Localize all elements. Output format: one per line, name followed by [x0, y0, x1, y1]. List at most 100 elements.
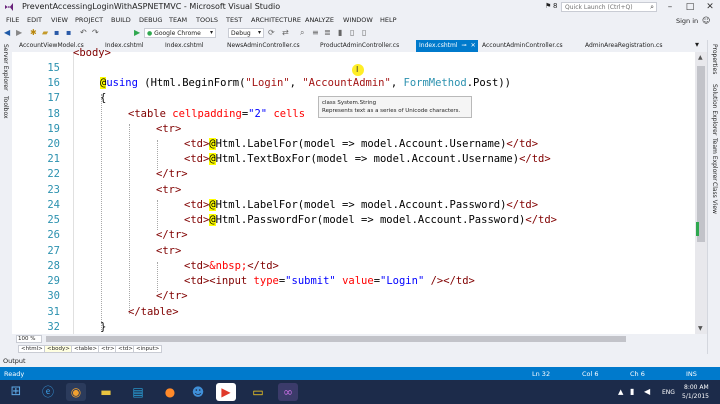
line-number: 30 [47, 290, 60, 302]
volume-icon[interactable]: ◀ [644, 387, 650, 396]
save-all-icon[interactable]: ▪ [66, 28, 71, 37]
breadcrumb-table[interactable]: <table> [71, 345, 101, 353]
menu-project[interactable]: PROJECT [75, 16, 103, 24]
team-explorer-tab[interactable]: Team Explorer [711, 138, 718, 181]
people-icon[interactable]: ☻ [188, 383, 208, 401]
scroll-up-icon[interactable]: ▲ [698, 54, 703, 61]
menu-window[interactable]: WINDOW [343, 16, 373, 24]
output-tab[interactable]: Output [3, 357, 26, 365]
open-folder-icon[interactable]: ▰ [42, 28, 48, 37]
redo-icon[interactable]: ↷ [92, 28, 99, 37]
show-hidden-icons-icon[interactable]: ▲ [618, 388, 623, 396]
save-icon[interactable]: ▪ [54, 28, 59, 37]
code-line: <tr> [156, 123, 182, 135]
internet-explorer-icon[interactable]: ⓔ [38, 383, 58, 401]
toolbox-tab[interactable]: Toolbox [2, 96, 9, 119]
menu-architecture[interactable]: ARCHITECTURE [251, 16, 301, 24]
breadcrumb-input[interactable]: <input> [133, 345, 163, 353]
solution-explorer-tab[interactable]: Solution Explorer [711, 84, 718, 135]
start-debugging-icon[interactable]: ▶ [134, 28, 140, 37]
clock-time[interactable]: 8:00 AM [684, 384, 709, 391]
breadcrumb-body[interactable]: <body> [44, 345, 73, 353]
horizontal-scroll-thumb[interactable] [46, 336, 626, 342]
browser-link-icon[interactable]: ⇄ [282, 28, 289, 37]
indent-guide [129, 124, 130, 314]
line-number: 25 [47, 214, 60, 226]
menu-file[interactable]: FILE [6, 16, 19, 24]
file-explorer-icon[interactable]: ▬ [96, 383, 116, 401]
vertical-scroll-thumb[interactable] [697, 66, 705, 242]
firefox-icon[interactable]: ● [160, 383, 180, 401]
pin-icon[interactable]: ⊸ [462, 42, 467, 49]
windows-start-icon[interactable]: ⊞ [6, 383, 26, 401]
undo-icon[interactable]: ↶ [80, 28, 87, 37]
configuration-select[interactable]: Debug ▾ [228, 28, 264, 38]
maximize-button[interactable]: □ [680, 1, 700, 13]
close-button[interactable]: ✕ [700, 1, 720, 13]
presentation-app-icon[interactable]: ▶ [216, 383, 236, 401]
find-icon[interactable]: ⌕ [300, 28, 304, 38]
user-icon[interactable]: ☺ [702, 16, 710, 25]
tab-index-active[interactable]: Index.cshtml ⊸ ✕ [416, 40, 478, 52]
visual-studio-taskbar-icon[interactable]: ∞ [278, 383, 298, 401]
chrome-icon[interactable]: ◉ [66, 383, 86, 401]
vertical-scrollbar[interactable]: ▲ ▼ [695, 52, 707, 334]
bookmark-icon[interactable]: ▮ [338, 28, 342, 37]
tab-accountadmincontroller[interactable]: AccountAdminController.cs [479, 40, 566, 52]
next-bookmark-icon[interactable]: ▯ [350, 28, 354, 37]
back-icon[interactable]: ◀ [4, 28, 10, 37]
sign-in-link[interactable]: Sign in [676, 17, 698, 25]
line-number: 28 [47, 260, 60, 272]
class-view-tab[interactable]: Class View [711, 182, 718, 214]
menu-tools[interactable]: TOOLS [196, 16, 218, 24]
line-number: 27 [47, 245, 60, 257]
browser-select[interactable]: ● Google Chrome ▾ [144, 28, 216, 38]
menu-view[interactable]: VIEW [51, 16, 68, 24]
new-project-icon[interactable]: ✱ [30, 28, 37, 37]
line-number: 31 [47, 306, 60, 318]
tab-index-2[interactable]: Index.cshtml [162, 40, 207, 52]
network-icon[interactable]: ▮ [630, 387, 634, 396]
forward-icon[interactable]: ▶ [16, 28, 22, 37]
gutter-divider [73, 52, 74, 334]
code-line: } [100, 321, 107, 333]
clear-bookmarks-icon[interactable]: ▯ [362, 28, 366, 37]
breadcrumb-html[interactable]: <html> [18, 345, 46, 353]
code-line-partial: <body> [73, 47, 111, 59]
menu-team[interactable]: TEAM [169, 16, 187, 24]
code-line: <td><input type="submit" value="Login" /… [184, 275, 475, 287]
refresh-icon[interactable]: ⟳ [268, 28, 275, 37]
comment-icon[interactable]: ≡ [312, 28, 319, 37]
status-insert-mode: INS [686, 370, 697, 378]
properties-tab[interactable]: Properties [711, 44, 718, 74]
quick-launch-input[interactable]: Quick Launch (Ctrl+Q) ⌕ [561, 2, 657, 12]
notification-flag-icon[interactable]: ⚑ [545, 2, 551, 10]
code-line: <td>@Html.TextBoxFor(model => model.Acco… [184, 153, 551, 165]
tab-overflow-icon[interactable]: ▾ [695, 40, 699, 49]
tab-newsadmincontroller[interactable]: NewsAdminController.cs [224, 40, 303, 52]
chevron-down-icon: ▾ [209, 29, 213, 36]
code-editor[interactable] [12, 52, 695, 334]
tooltip-description: Represents text as a series of Unicode c… [322, 108, 461, 114]
tab-adminarearegistration[interactable]: AdminAreaRegistration.cs [582, 40, 665, 52]
menu-edit[interactable]: EDIT [27, 16, 42, 24]
menu-build[interactable]: BUILD [111, 16, 131, 24]
store-icon[interactable]: ▤ [128, 383, 148, 401]
language-indicator[interactable]: ENG [662, 389, 675, 396]
clock-date[interactable]: 5/1/2015 [682, 393, 709, 400]
menu-analyze[interactable]: ANALYZE [305, 16, 334, 24]
code-line: <tr> [156, 245, 182, 257]
minimize-button[interactable]: – [660, 1, 680, 13]
menu-test[interactable]: TEST [226, 16, 242, 24]
scroll-down-icon[interactable]: ▼ [698, 325, 703, 332]
zoom-select[interactable]: 100 % [16, 335, 42, 343]
menu-help[interactable]: HELP [380, 16, 397, 24]
folder-icon[interactable]: ▭ [248, 383, 268, 401]
server-explorer-tab[interactable]: Server Explorer [2, 44, 9, 91]
uncomment-icon[interactable]: ≣ [324, 28, 331, 37]
code-line: @using (Html.BeginForm("Login", "Account… [100, 77, 511, 89]
close-tab-icon[interactable]: ✕ [471, 42, 476, 49]
menu-debug[interactable]: DEBUG [139, 16, 162, 24]
tab-productadmincontroller[interactable]: ProductAdminController.cs [317, 40, 402, 52]
indent-guide [157, 262, 158, 292]
